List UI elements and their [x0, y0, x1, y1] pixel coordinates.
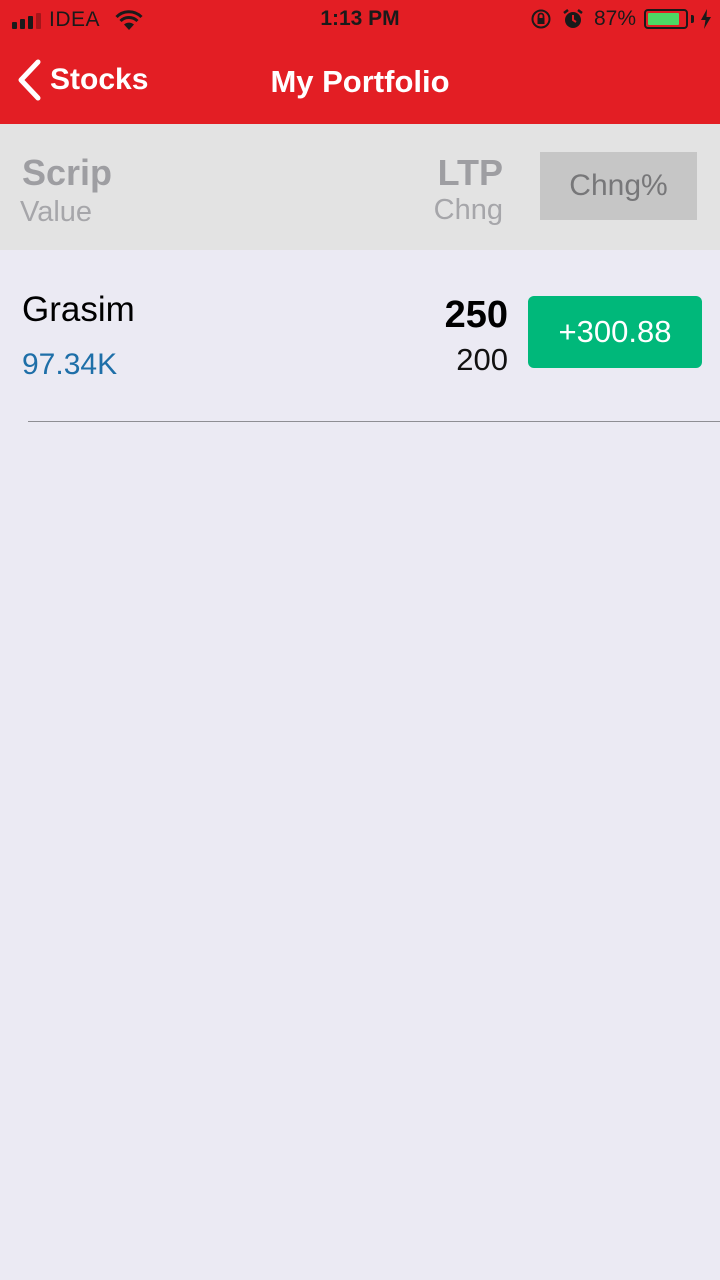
column-header: Scrip Value LTP Chng Chng% — [0, 124, 720, 250]
scrip-change: 200 — [456, 342, 508, 377]
battery-icon — [644, 9, 688, 29]
header-ltp: LTP — [437, 152, 503, 193]
change-percent-badge[interactable]: +300.88 — [528, 296, 702, 368]
change-percent-toggle-button[interactable]: Chng% — [540, 152, 697, 220]
battery-percentage: 87% — [593, 7, 636, 30]
scrip-ltp: 250 — [444, 294, 508, 336]
battery-level-fill — [648, 13, 680, 25]
scrip-value: 97.34K — [22, 348, 118, 381]
scrip-name: Grasim — [22, 290, 135, 329]
alarm-icon — [563, 9, 583, 28]
header-scrip: Scrip — [22, 152, 113, 193]
orientation-lock-icon — [531, 9, 551, 29]
navigation-bar: Stocks My Portfolio — [0, 40, 720, 124]
list-item[interactable]: Grasim 97.34K 250 200 +300.88 — [0, 250, 720, 422]
header-chng: Chng — [433, 194, 503, 226]
charging-bolt-icon — [701, 9, 711, 29]
page-title: My Portfolio — [270, 64, 450, 99]
status-bar: IDEA 1:13 PM 87% — [0, 0, 720, 40]
row-divider — [28, 421, 720, 422]
battery-tip — [691, 15, 694, 23]
header-value: Value — [20, 196, 93, 228]
status-right: 87% — [530, 7, 712, 31]
